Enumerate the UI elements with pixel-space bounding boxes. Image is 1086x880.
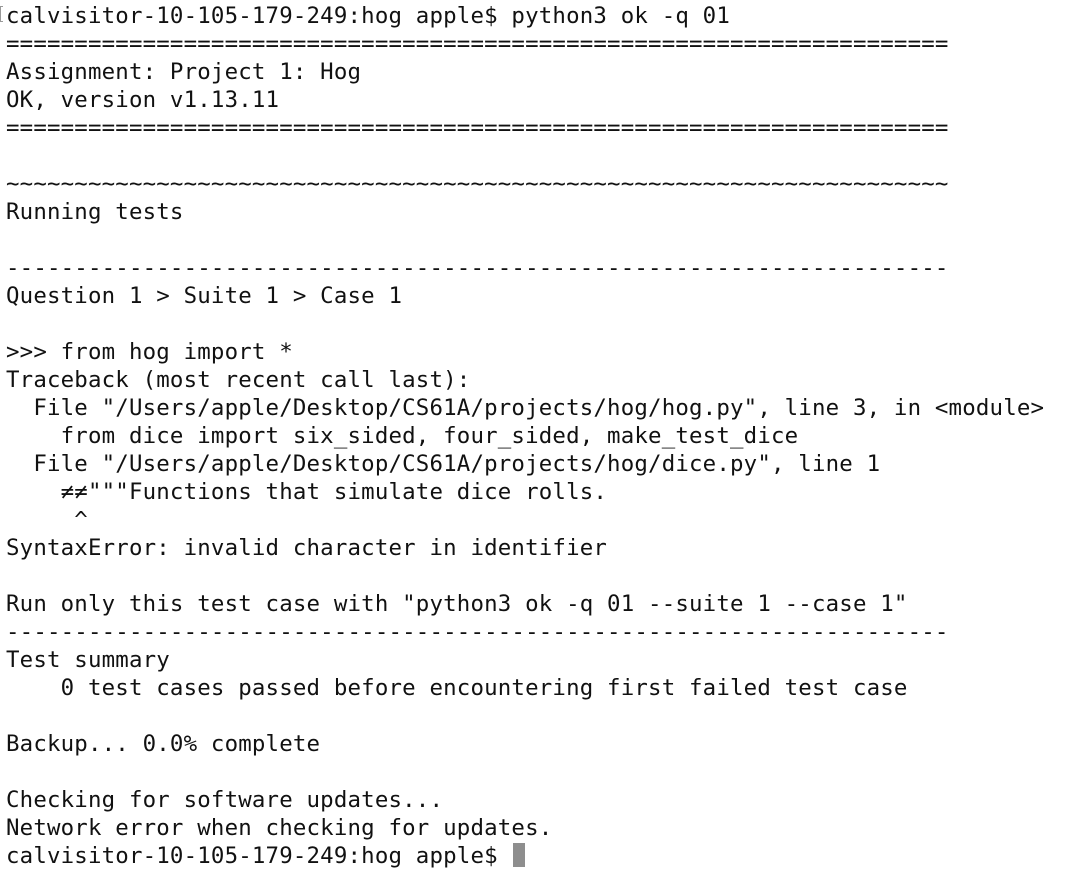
terminal-line: ========================================… bbox=[6, 31, 949, 57]
terminal-prompt-line[interactable]: calvisitor-10-105-179-249:hog apple$ bbox=[6, 842, 1086, 870]
terminal-line: Running tests bbox=[6, 199, 184, 225]
terminal-line: ----------------------------------------… bbox=[6, 255, 949, 281]
terminal-line: OK, version v1.13.11 bbox=[6, 87, 280, 113]
terminal-line: calvisitor-10-105-179-249:hog apple$ pyt… bbox=[6, 3, 730, 29]
terminal-line: Question 1 > Suite 1 > Case 1 bbox=[6, 283, 403, 309]
terminal-line: File "/Users/apple/Desktop/CS61A/project… bbox=[6, 451, 881, 477]
terminal-line: ≠≠"""Functions that simulate dice rolls. bbox=[6, 479, 608, 505]
terminal-line: File "/Users/apple/Desktop/CS61A/project… bbox=[6, 395, 1045, 421]
terminal-line: Assignment: Project 1: Hog bbox=[6, 59, 362, 85]
terminal-window[interactable]: calvisitor-10-105-179-249:hog apple$ pyt… bbox=[0, 0, 1086, 880]
terminal-line: ========================================… bbox=[6, 115, 949, 141]
terminal-line: ~~~~~~~~~~~~~~~~~~~~~~~~~~~~~~~~~~~~~~~~… bbox=[6, 171, 949, 197]
terminal-line: Test summary bbox=[6, 647, 170, 673]
terminal-line: SyntaxError: invalid character in identi… bbox=[6, 535, 608, 561]
text-cursor bbox=[513, 843, 526, 867]
terminal-line: Checking for software updates... bbox=[6, 787, 444, 813]
terminal-line: Traceback (most recent call last): bbox=[6, 367, 471, 393]
selection-bracket-icon bbox=[0, 6, 3, 22]
shell-prompt: calvisitor-10-105-179-249:hog apple$ bbox=[6, 843, 512, 869]
terminal-line: 0 test cases passed before encountering … bbox=[6, 675, 908, 701]
terminal-line: >>> from hog import * bbox=[6, 339, 293, 365]
terminal-line: Network error when checking for updates. bbox=[6, 815, 553, 841]
terminal-line: ^ bbox=[6, 507, 88, 533]
terminal-line: from dice import six_sided, four_sided, … bbox=[6, 423, 799, 449]
terminal-output: calvisitor-10-105-179-249:hog apple$ pyt… bbox=[6, 2, 1086, 842]
terminal-line: Backup... 0.0% complete bbox=[6, 731, 321, 757]
terminal-line: Run only this test case with "python3 ok… bbox=[6, 591, 908, 617]
terminal-line: ----------------------------------------… bbox=[6, 619, 949, 645]
